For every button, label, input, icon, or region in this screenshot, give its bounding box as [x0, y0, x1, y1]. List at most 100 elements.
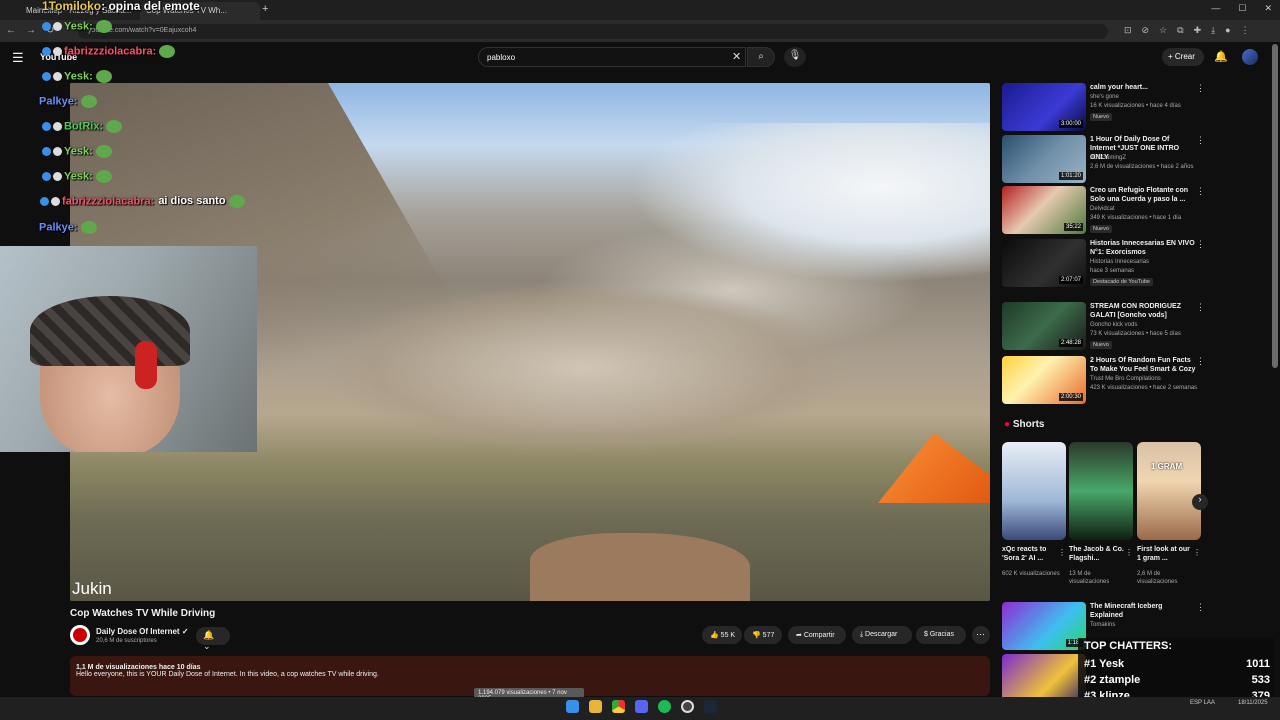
minimize-button[interactable]: — [1211, 3, 1220, 14]
install-icon[interactable]: ⊡ [1124, 25, 1132, 36]
video-duration: 2:00:30 [1058, 393, 1083, 401]
shorts-next-icon[interactable]: › [1192, 494, 1208, 510]
recommended-title[interactable]: Historias Innecesarias EN VIVO N°1: Exor… [1090, 239, 1196, 257]
short-thumbnail[interactable]: 1 GRAM [1137, 442, 1201, 540]
file-explorer-icon[interactable] [589, 700, 602, 713]
profile-icon[interactable]: ● [1225, 25, 1230, 36]
more-options-icon[interactable]: ⋮ [1196, 135, 1205, 146]
more-options-icon[interactable]: ⋮ [1196, 302, 1205, 313]
recommended-channel[interactable]: Tomakins [1090, 622, 1115, 628]
shorts-title-text: Shorts [1012, 419, 1045, 430]
recommended-video[interactable]: 2:48:28 STREAM CON RODRIGUEZ GALATI [Gonc… [1002, 302, 1205, 352]
recommended-channel[interactable]: JDXGamingZ [1090, 155, 1126, 161]
hamburger-menu-icon[interactable]: ☰ [12, 50, 24, 66]
user-avatar[interactable] [1242, 49, 1258, 65]
more-options-icon[interactable]: ⋮ [1058, 548, 1066, 557]
tray-date[interactable]: 18/11/2025 [1238, 700, 1268, 707]
chat-message: Yesk: [42, 170, 112, 183]
maximize-button[interactable]: ☐ [1238, 3, 1246, 14]
chrome-icon[interactable] [612, 700, 625, 713]
page-scrollbar[interactable] [1272, 44, 1278, 368]
recommended-title[interactable]: calm your heart... [1090, 83, 1196, 92]
star-icon[interactable]: ☆ [1159, 25, 1167, 36]
dislike-button[interactable]: 👎 577 [744, 626, 782, 644]
download-icon[interactable]: ⤓ [1211, 25, 1215, 36]
close-window-button[interactable]: ✕ [1264, 3, 1272, 14]
url-bar[interactable]: youtube.com/watch?v=0Eajuxcoh4 [78, 24, 1108, 39]
more-options-icon[interactable]: ⋮ [1196, 239, 1205, 250]
more-options-icon[interactable]: ⋮ [1196, 186, 1205, 197]
clear-search-icon[interactable]: ✕ [732, 50, 741, 63]
recommended-title[interactable]: 2 Hours Of Random Fun Facts To Make You … [1090, 356, 1196, 374]
eye-off-icon[interactable]: ⊘ [1142, 25, 1150, 36]
short-title[interactable]: The Jacob & Co. Flagshi... [1069, 545, 1125, 563]
video-thumbnail[interactable]: 1:01:20 [1002, 135, 1086, 183]
forward-icon[interactable]: → [26, 25, 36, 36]
recommended-title[interactable]: Creo un Refugio Flotante con Solo una Cu… [1090, 186, 1196, 204]
microphone-icon[interactable]: 🎙 [784, 47, 806, 67]
channel-avatar[interactable] [70, 625, 90, 645]
new-tab-button[interactable]: + [262, 3, 268, 15]
mod-badge-icon [42, 72, 51, 81]
create-button[interactable]: + Crear [1162, 48, 1204, 66]
emote-icon [80, 95, 97, 108]
emote-icon [228, 195, 245, 208]
recommended-channel[interactable]: Trust Me Bro Compilations [1090, 376, 1161, 382]
obs-icon[interactable] [681, 700, 694, 713]
tray-language[interactable]: ESP LAA [1190, 700, 1215, 706]
video-thumbnail[interactable]: 35:22 [1002, 186, 1086, 234]
short-title[interactable]: First look at our 1 gram ... [1137, 545, 1193, 563]
more-options-icon[interactable]: ⋮ [1196, 602, 1205, 613]
more-options-icon[interactable]: ⋮ [1196, 356, 1205, 367]
short-thumbnail[interactable] [1002, 442, 1066, 540]
recommended-meta: hace 3 semanas [1090, 268, 1135, 274]
chat-username: Yesk: [64, 145, 93, 158]
puzzle-icon[interactable]: ✚ [1194, 25, 1202, 36]
short-title[interactable]: xQc reacts to 'Sora 2' AI ... [1002, 545, 1058, 563]
recommended-video[interactable]: 2:00:30 2 Hours Of Random Fun Facts To Ma… [1002, 356, 1205, 406]
video-thumbnail[interactable]: 2:48:28 [1002, 302, 1086, 350]
recommended-channel[interactable]: Delvidcat [1090, 206, 1115, 212]
share-button[interactable]: ➦ Compartir [788, 626, 846, 644]
download-button[interactable]: ⤓ Descargar [852, 626, 912, 644]
video-thumbnail[interactable] [1002, 654, 1086, 702]
recommended-video[interactable]: 3:00:00 calm your heart... she's gone 16 K … [1002, 83, 1205, 133]
extension-icon[interactable]: ⧉ [1177, 25, 1183, 36]
streamer-webcam [0, 246, 257, 452]
like-button[interactable]: 👍 55 K [702, 626, 742, 644]
windows-start-icon[interactable] [566, 700, 579, 713]
more-actions-icon[interactable]: ⋯ [972, 626, 990, 644]
subscription-bell-button[interactable]: 🔔 ⌄ [196, 627, 230, 651]
more-options-icon[interactable]: ⋮ [1196, 83, 1205, 94]
channel-name[interactable]: Daily Dose Of Internet ✓ [96, 627, 189, 636]
recommended-title[interactable]: STREAM CON RODRIGUEZ GALATI [Goncho vods… [1090, 302, 1196, 320]
more-options-icon[interactable]: ⋮ [1125, 548, 1133, 557]
search-input[interactable]: pabloxo [478, 47, 746, 67]
video-thumbnail[interactable]: 1:18: [1002, 602, 1086, 650]
discord-icon[interactable] [635, 700, 648, 713]
notifications-bell-icon[interactable]: 🔔 [1214, 50, 1228, 63]
like-count: 55 K [720, 632, 736, 639]
thanks-button[interactable]: $ Gracias [916, 626, 966, 644]
recommended-meta: 2,6 M de visualizaciones • hace 2 años [1090, 164, 1194, 170]
video-thumbnail[interactable]: 2:00:30 [1002, 356, 1086, 404]
steam-icon[interactable] [704, 700, 717, 713]
recommended-title[interactable]: The Minecraft Iceberg Explained [1090, 602, 1196, 620]
recommended-video[interactable]: 1:01:20 1 Hour Of Daily Dose Of Internet … [1002, 135, 1205, 185]
recommended-channel[interactable]: Goncho kick vods [1090, 322, 1137, 328]
thumbs-up-icon: 👍 [710, 632, 721, 639]
back-icon[interactable]: ← [6, 25, 16, 36]
recommended-channel[interactable]: she's gone [1090, 94, 1119, 100]
chat-message: Palkye: [39, 221, 97, 234]
video-thumbnail[interactable]: 3:00:00 [1002, 83, 1086, 131]
more-options-icon[interactable]: ⋮ [1193, 548, 1201, 557]
kebab-menu-icon[interactable]: ⋮ [1241, 25, 1250, 36]
video-thumbnail[interactable]: 2:07:07 [1002, 239, 1086, 287]
recommended-video[interactable]: 35:22 Creo un Refugio Flotante con Solo u… [1002, 186, 1205, 236]
spotify-icon[interactable] [658, 700, 671, 713]
recommended-channel[interactable]: Historias Innecesarias [1090, 259, 1149, 265]
search-icon[interactable]: ⌕ [747, 47, 775, 67]
mod-badge-icon [42, 22, 51, 31]
short-thumbnail[interactable] [1069, 442, 1133, 540]
recommended-video[interactable]: 2:07:07 Historias Innecesarias EN VIVO N°… [1002, 239, 1205, 289]
